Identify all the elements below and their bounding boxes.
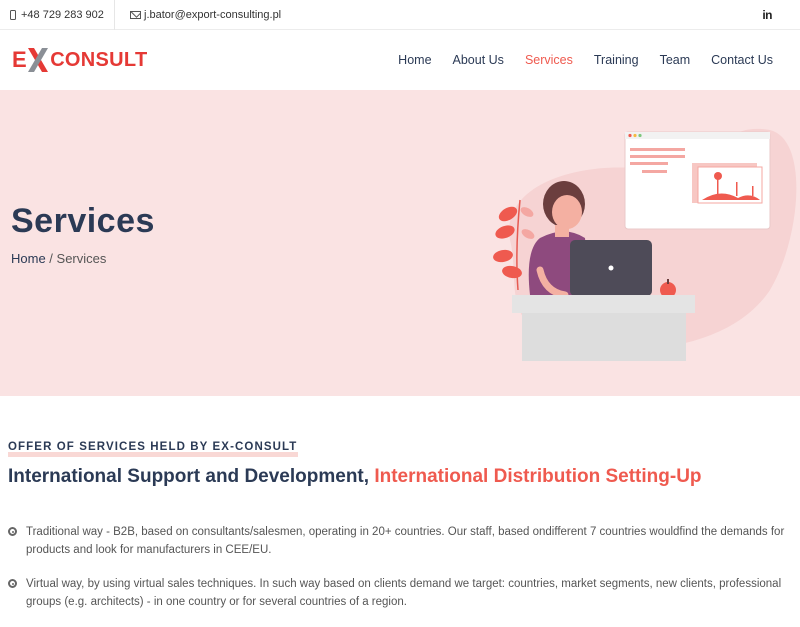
breadcrumb: Home / Services: [11, 251, 106, 266]
top-bar: +48 729 283 902 j.bator@export-consultin…: [0, 0, 800, 30]
hero-illustration: [493, 128, 797, 361]
list-item-text: Virtual way, by using virtual sales tech…: [26, 578, 782, 608]
services-list: Traditional way - B2B, based on consulta…: [8, 523, 788, 627]
logo-letter-e: E: [12, 47, 27, 72]
email-contact[interactable]: j.bator@export-consulting.pl: [130, 0, 281, 30]
list-item: Traditional way - B2B, based on consulta…: [8, 523, 788, 559]
list-item: Virtual way, by using virtual sales tech…: [8, 575, 788, 611]
main-nav: Home About Us Services Training Team Con…: [398, 30, 773, 90]
headline-accent: International Distribution Setting-Up: [374, 466, 702, 487]
nav-home[interactable]: Home: [398, 53, 431, 67]
bullet-circle-icon: [8, 579, 17, 588]
phone-number: +48 729 283 902: [21, 9, 104, 21]
breadcrumb-current: Services: [56, 251, 107, 266]
nav-about-us[interactable]: About Us: [453, 53, 504, 67]
headline-main: International Support and Development,: [8, 466, 375, 487]
nav-services[interactable]: Services: [525, 53, 573, 67]
phone-contact[interactable]: +48 729 283 902: [10, 0, 104, 30]
nav-contact-us[interactable]: Contact Us: [711, 53, 773, 67]
divider: [114, 0, 115, 30]
nav-team[interactable]: Team: [660, 53, 691, 67]
logo-word-consult: CONSULT: [50, 48, 148, 71]
phone-icon: [10, 10, 16, 20]
breadcrumb-home-link[interactable]: Home: [11, 251, 46, 266]
page-hero: Services Home / Services: [0, 90, 800, 396]
linkedin-icon[interactable]: in: [762, 8, 772, 22]
envelope-icon: [130, 11, 141, 19]
site-header: E CONSULT Home About Us Services Trainin…: [0, 30, 800, 90]
nav-training[interactable]: Training: [594, 53, 639, 67]
email-address: j.bator@export-consulting.pl: [144, 9, 282, 21]
section-kicker: OFFER OF SERVICES HELD BY EX-CONSULT: [8, 441, 298, 453]
logo[interactable]: E CONSULT: [12, 46, 147, 74]
list-item-text: Traditional way - B2B, based on consulta…: [26, 526, 785, 556]
page-title: Services: [11, 202, 155, 240]
logo-x-mark: [28, 48, 49, 72]
section-headline: International Support and Development, I…: [8, 466, 702, 488]
breadcrumb-separator: /: [45, 251, 57, 266]
bullet-circle-icon: [8, 527, 17, 536]
